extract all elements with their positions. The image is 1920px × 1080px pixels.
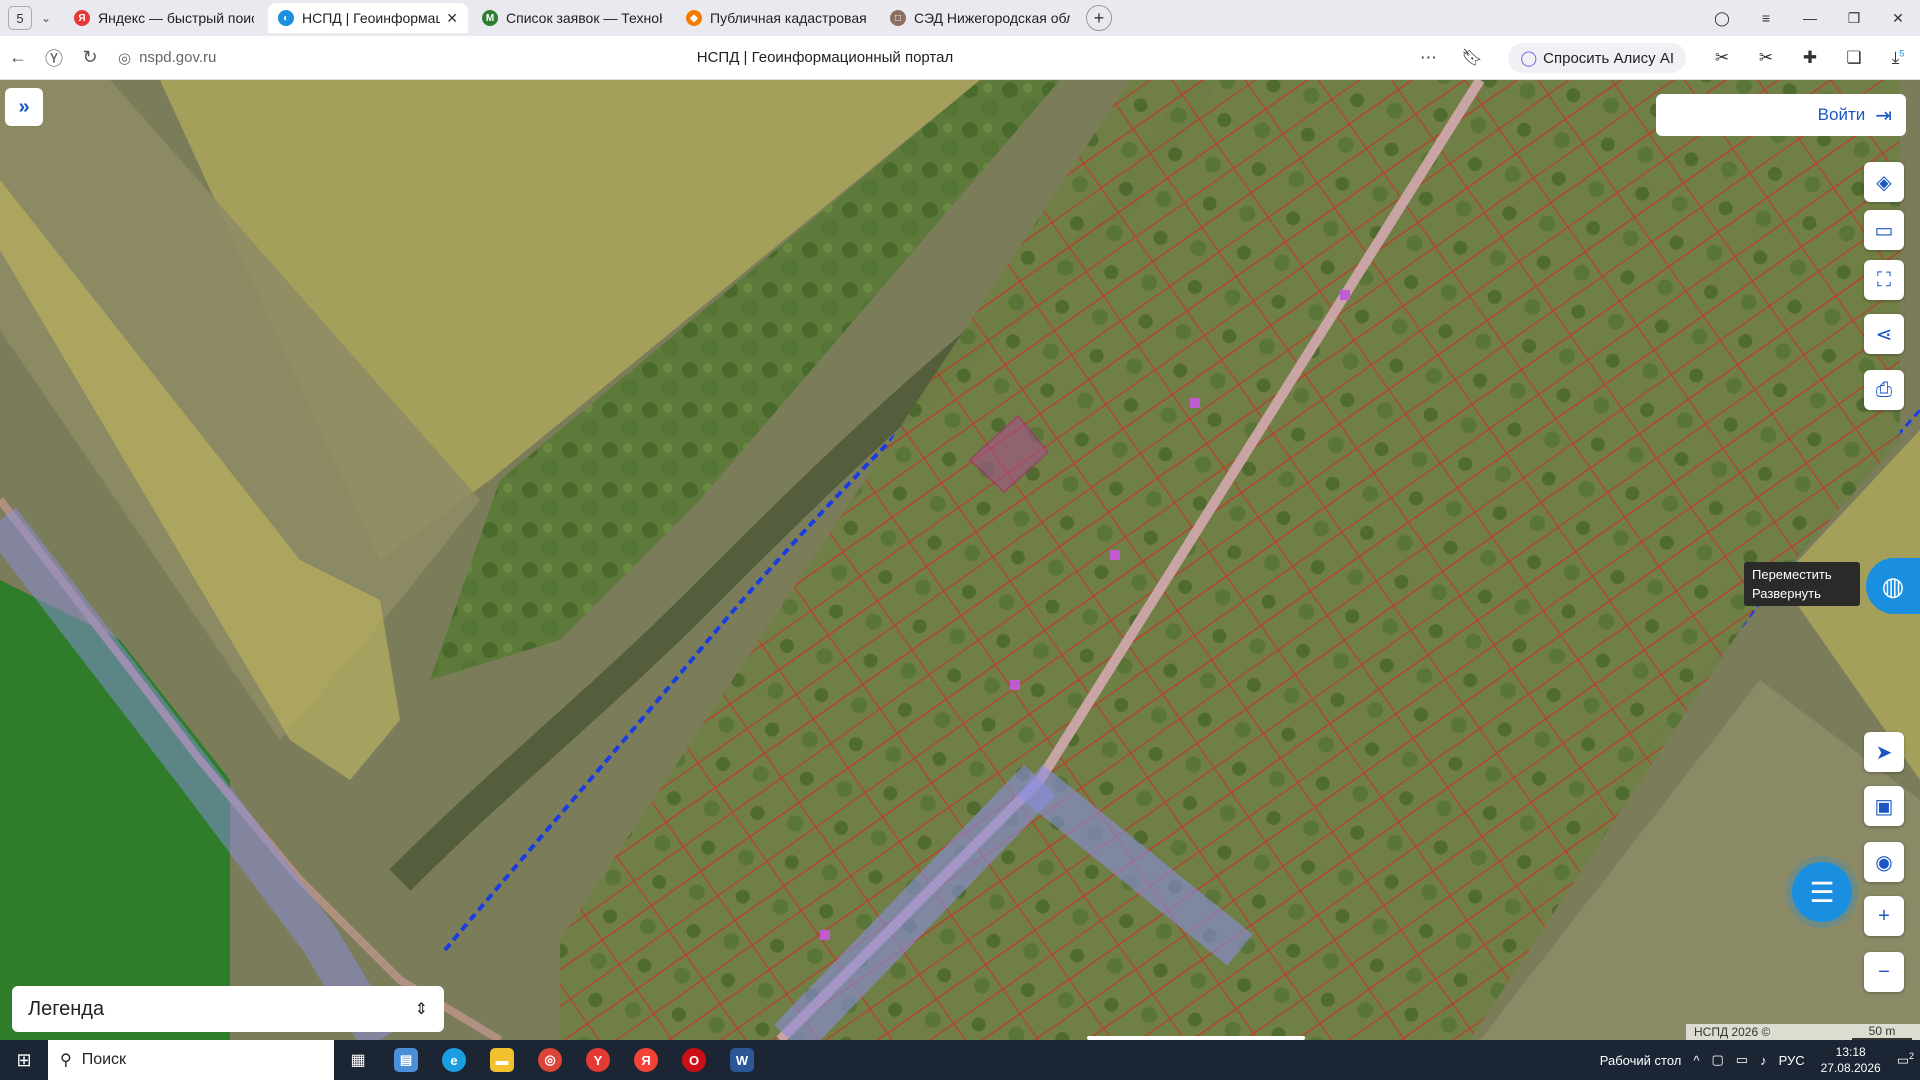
extension-icon[interactable]: ✂	[1700, 48, 1744, 68]
url-text: nspd.gov.ru	[139, 49, 217, 66]
profile-icon[interactable]: ◯	[1700, 10, 1744, 27]
close-tab-icon[interactable]: ✕	[446, 10, 458, 27]
chat-bubble-icon: ☰	[1809, 876, 1835, 908]
chrome-icon[interactable]: ◎	[526, 1040, 574, 1080]
chevron-up-icon[interactable]: ^	[1693, 1053, 1699, 1068]
taskbar-search[interactable]: ⚲ Поиск	[48, 1040, 334, 1080]
volume-icon[interactable]: ♪	[1760, 1053, 1767, 1068]
ruler-icon[interactable]: ▭	[1864, 210, 1904, 250]
satellite-map	[0, 80, 1920, 1040]
word-icon[interactable]: W	[718, 1040, 766, 1080]
back-arrow-icon[interactable]: ←	[0, 47, 36, 68]
restore-button[interactable]: ❐	[1832, 10, 1876, 27]
sed-favicon-icon: □	[890, 10, 906, 26]
edge-icon[interactable]: e	[430, 1040, 478, 1080]
tooltip-line2: Развернуть	[1752, 586, 1821, 601]
reload-icon[interactable]: ↻	[72, 47, 108, 68]
tab-cadastral[interactable]: ◆ Публичная кадастровая	[676, 3, 876, 33]
assistant-tooltip: Переместить Развернуть	[1744, 562, 1860, 606]
legend-label: Легенда	[28, 997, 105, 1020]
search-icon: ⚲	[60, 1052, 72, 1069]
tray-icon[interactable]: ▢	[1711, 1052, 1723, 1068]
site-info-icon[interactable]: ◎	[118, 49, 131, 67]
menu-icon[interactable]: ≡	[1744, 10, 1788, 26]
extension-icon[interactable]: ✂	[1744, 48, 1788, 68]
tab-title: НСПД | Геоинформаци	[302, 10, 441, 26]
tab-title: Публичная кадастровая	[710, 10, 866, 26]
scale-bar: 50 m	[1852, 1024, 1912, 1040]
layers-icon[interactable]: ◈	[1864, 162, 1904, 202]
minimize-button[interactable]: —	[1788, 10, 1832, 26]
map-attribution: НСПД 2026 © 50 m	[1686, 1024, 1920, 1040]
legend-dropdown[interactable]: Легенда ⇕	[12, 986, 444, 1032]
tab-title: Список заявок — ТехноК	[506, 10, 662, 26]
select-area-icon[interactable]: ⛶	[1864, 260, 1904, 300]
clock[interactable]: 13:18 27.08.2026	[1821, 1044, 1881, 1076]
copyright-text: НСПД 2026 ©	[1694, 1025, 1771, 1039]
close-window-button[interactable]: ✕	[1876, 10, 1920, 27]
nspd-favicon-icon: ◐	[278, 10, 294, 26]
language-indicator[interactable]: РУС	[1779, 1053, 1805, 1068]
clock-date: 27.08.2026	[1820, 1061, 1881, 1075]
expand-sidebar-button[interactable]: »	[5, 88, 43, 126]
assistant-chat-icon: ◍	[1881, 570, 1905, 601]
new-tab-button[interactable]: +	[1086, 5, 1112, 31]
share-icon[interactable]: ⋖	[1864, 314, 1904, 354]
yandex-browser-icon[interactable]: Y	[574, 1040, 622, 1080]
tab-list-chevron-icon[interactable]: ⌄	[32, 6, 60, 30]
more-options-icon[interactable]: ⋯	[1406, 48, 1450, 68]
print-icon[interactable]: ⎙	[1864, 370, 1904, 410]
opera-icon[interactable]: O	[670, 1040, 718, 1080]
login-button[interactable]: Войти ⇥	[1656, 94, 1906, 136]
ask-alice-button[interactable]: ◯ Спросить Алису AI	[1508, 43, 1686, 73]
zoom-in-button[interactable]: +	[1864, 896, 1904, 936]
minimap-icon[interactable]: ▣	[1864, 786, 1904, 826]
login-label: Войти	[1817, 105, 1866, 124]
extensions-puzzle-icon[interactable]: ✚	[1788, 48, 1832, 68]
tooltip-line1: Переместить	[1752, 567, 1832, 582]
alice-label: Спросить Алису AI	[1543, 49, 1674, 67]
login-arrow-icon: ⇥	[1875, 104, 1892, 127]
bookmark-icon[interactable]: 🔖︎	[1450, 48, 1494, 68]
geolocation-icon[interactable]: ➤	[1864, 732, 1904, 772]
gmail-favicon-icon: M	[482, 10, 498, 26]
notification-count: 2	[1908, 1051, 1914, 1062]
app-icon[interactable]: ▤	[382, 1040, 430, 1080]
search-placeholder: Поиск	[81, 1051, 127, 1068]
tab-title: СЭД Нижегородская обл	[914, 10, 1070, 26]
task-view-icon[interactable]: ▦	[334, 1040, 382, 1080]
search-location-icon[interactable]: ◉	[1864, 842, 1904, 882]
tab-count-button[interactable]: 5	[8, 6, 32, 30]
assistant-tab-button[interactable]: ◍	[1866, 558, 1920, 614]
tab-title: Яндекс — быстрый поиск	[98, 10, 254, 26]
tab-sed[interactable]: □ СЭД Нижегородская обл	[880, 3, 1080, 33]
address-bar: ← Ⓨ ↻ ◎ nspd.gov.ru НСПД | Геоинформацио…	[0, 36, 1920, 80]
network-icon[interactable]: ▭	[1736, 1052, 1748, 1068]
tab-tasks[interactable]: M Список заявок — ТехноК	[472, 3, 672, 33]
yandex-favicon-icon: Я	[74, 10, 90, 26]
alice-icon: ◯	[1520, 50, 1538, 67]
windows-taskbar: ⊞ ⚲ Поиск ▦ ▤ e ▬ ◎ Y Я O W Рабочий стол…	[0, 1040, 1920, 1080]
cadastral-favicon-icon: ◆	[686, 10, 702, 26]
downloads-icon[interactable]: ⤓5	[1876, 48, 1920, 68]
zoom-out-button[interactable]: −	[1864, 952, 1904, 992]
tab-nspd[interactable]: ◐ НСПД | Геоинформаци ✕	[268, 3, 468, 33]
yandex-icon[interactable]: Я	[622, 1040, 670, 1080]
collections-icon[interactable]: ❏	[1832, 48, 1876, 68]
browser-tabbar: 5 ⌄ Я Яндекс — быстрый поиск ◐ НСПД | Ге…	[0, 0, 1920, 36]
downloads-badge: 5	[1899, 48, 1905, 59]
notifications-icon[interactable]: ▭2	[1897, 1051, 1914, 1068]
tab-yandex[interactable]: Я Яндекс — быстрый поиск	[64, 3, 264, 33]
map-canvas[interactable]: » Войти ⇥ ◈ ▭ ⛶ ⋖ ⎙ Переместить Разверну…	[0, 80, 1920, 1040]
url-field[interactable]: ◎ nspd.gov.ru	[118, 49, 418, 67]
windows-start-icon[interactable]: ⊞	[0, 1040, 48, 1080]
chevron-updown-icon: ⇕	[414, 1001, 428, 1018]
desktop-label[interactable]: Рабочий стол	[1600, 1053, 1682, 1068]
yandex-home-icon[interactable]: Ⓨ	[36, 45, 72, 71]
clock-time: 13:18	[1835, 1045, 1866, 1059]
chat-support-button[interactable]: ☰	[1792, 862, 1852, 922]
file-explorer-icon[interactable]: ▬	[478, 1040, 526, 1080]
